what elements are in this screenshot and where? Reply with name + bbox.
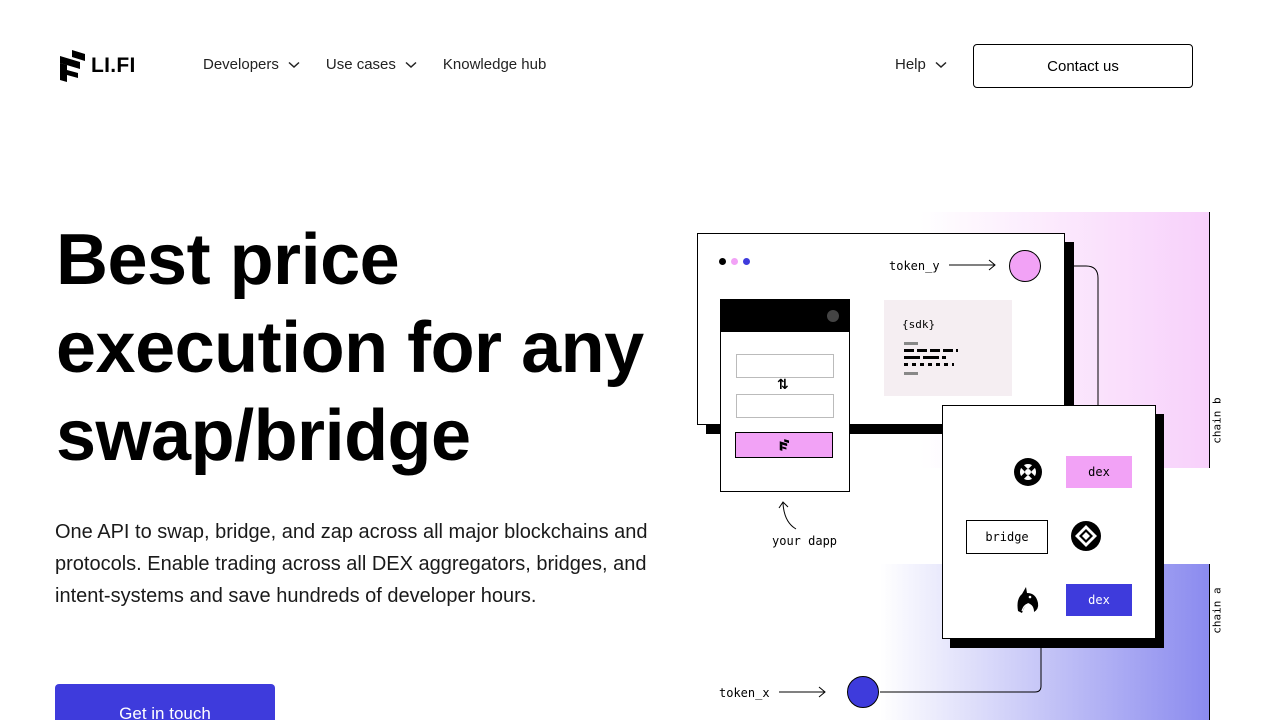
sdk-code-line (904, 363, 954, 366)
nav-use-cases[interactable]: Use cases (326, 56, 417, 73)
window-dots (719, 258, 750, 265)
token-x-label: token_x (719, 686, 770, 700)
dapp-input-to (736, 394, 834, 418)
token-y-label: token_y (889, 259, 940, 273)
token-x-node (847, 676, 879, 708)
sdk-card: {sdk} (884, 300, 1012, 396)
dex-top-tag: dex (1066, 456, 1132, 488)
help-menu[interactable]: Help (895, 56, 947, 73)
logo[interactable]: LI.FI (58, 50, 136, 82)
hero-title-line: swap/bridge (56, 396, 471, 476)
chevron-down-icon (288, 61, 300, 68)
logo-text: LI.FI (91, 54, 136, 77)
protocol-x-icon (1014, 458, 1042, 486)
nav-use-cases-label: Use cases (325, 56, 396, 73)
protocol-diamond-icon (1071, 521, 1101, 551)
curved-arrow-icon (778, 501, 797, 530)
window-dot (719, 258, 726, 265)
help-label: Help (895, 56, 926, 73)
sdk-code-line (904, 349, 958, 352)
arrow-right-icon (779, 686, 826, 698)
nav-knowledge-hub-label: Knowledge hub (442, 56, 547, 73)
dapp-knob (827, 310, 839, 322)
sdk-label: {sdk} (902, 318, 936, 331)
hero-subtitle: One API to swap, bridge, and zap across … (55, 521, 648, 607)
lifi-logo-icon (779, 439, 789, 451)
sdk-code-line (904, 342, 918, 345)
swap-arrows-icon: ⇅ (777, 376, 789, 392)
token-y-node (1009, 250, 1041, 282)
arrow-right-icon (949, 259, 996, 271)
dapp-swap-button (735, 432, 833, 458)
bridge-tag: bridge (966, 520, 1048, 554)
dapp-input-from (736, 354, 834, 378)
window-dot (743, 258, 750, 265)
dapp-titlebar (721, 300, 849, 332)
main-nav: Developers Use cases Knowledge hub (203, 56, 572, 73)
your-dapp-label: your dapp (772, 534, 838, 548)
window-dot (731, 258, 738, 265)
unicorn-icon (1017, 587, 1039, 613)
contact-us-button[interactable]: Contact us (973, 44, 1193, 88)
site-header: LI.FI Developers Use cases Knowledge hub… (0, 0, 1280, 132)
chevron-down-icon (405, 61, 417, 68)
logo-icon (60, 50, 85, 82)
hero-illustration: chain b chain a {sdk} token_y ⇅ your dap… (690, 200, 1280, 720)
sdk-code-line (904, 372, 918, 375)
dex-bottom-tag: dex (1066, 584, 1132, 616)
sdk-code-line (904, 356, 946, 359)
hero-title: Best price execution for any swap/bridge (56, 216, 676, 480)
dapp-widget: ⇅ (720, 299, 850, 492)
nav-developers[interactable]: Developers (203, 56, 300, 73)
hero-title-line: Best price (56, 220, 400, 300)
nav-knowledge-hub[interactable]: Knowledge hub (443, 56, 546, 73)
hero-title-line: execution for any (56, 308, 644, 388)
chevron-down-icon (935, 61, 947, 68)
route-window: dex bridge dex (942, 405, 1156, 639)
nav-developers-label: Developers (203, 56, 279, 73)
get-in-touch-button[interactable]: Get in touch (55, 684, 275, 720)
